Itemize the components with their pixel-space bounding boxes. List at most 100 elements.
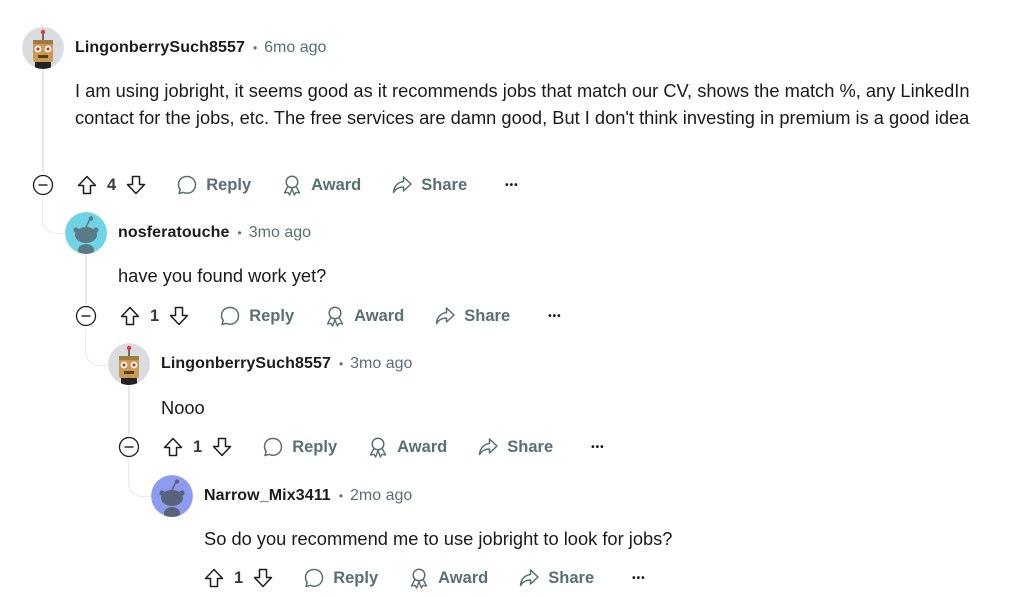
collapse-icon bbox=[118, 436, 140, 458]
award-button[interactable]: Award bbox=[408, 567, 488, 589]
award-icon bbox=[369, 437, 387, 458]
comment-actions: 1 Reply Award Share ••• bbox=[118, 432, 605, 462]
comment-actions: 1 Reply Award Share ••• bbox=[75, 301, 562, 331]
downvote-icon bbox=[169, 306, 189, 326]
reply-icon bbox=[304, 568, 324, 588]
timestamp[interactable]: 2mo ago bbox=[350, 487, 412, 505]
reply-button[interactable]: Reply bbox=[176, 174, 251, 196]
separator-dot: • bbox=[237, 226, 242, 240]
comment-actions: 4 Reply Award Share ••• bbox=[32, 170, 519, 200]
collapse-icon bbox=[32, 174, 54, 196]
author-name[interactable]: Narrow_Mix3411 bbox=[204, 487, 331, 505]
award-button[interactable]: Award bbox=[324, 305, 404, 327]
award-icon bbox=[410, 568, 428, 589]
collapse-button[interactable] bbox=[118, 436, 140, 458]
award-label: Award bbox=[311, 175, 362, 194]
more-options-button[interactable]: ••• bbox=[632, 573, 646, 584]
comment-meta: LingonberrySuch8557 • 6mo ago bbox=[75, 38, 326, 58]
upvote-icon bbox=[163, 437, 183, 457]
comment-meta: LingonberrySuch8557 • 3mo ago bbox=[161, 354, 412, 374]
award-icon bbox=[326, 306, 344, 327]
comment-actions: 1 Reply Award Share ••• bbox=[203, 563, 646, 593]
share-label: Share bbox=[421, 175, 468, 194]
thread-line bbox=[128, 461, 150, 497]
share-button[interactable]: Share bbox=[391, 174, 467, 196]
share-icon bbox=[393, 176, 413, 194]
downvote-button[interactable] bbox=[125, 174, 147, 196]
comment-meta: Narrow_Mix3411 • 2mo ago bbox=[204, 486, 412, 506]
avatar[interactable] bbox=[22, 27, 64, 69]
reply-label: Reply bbox=[249, 306, 295, 325]
timestamp[interactable]: 6mo ago bbox=[264, 39, 326, 57]
downvote-button[interactable] bbox=[252, 567, 274, 589]
thread-line bbox=[85, 330, 107, 366]
downvote-button[interactable] bbox=[211, 436, 233, 458]
vote-count: 1 bbox=[193, 437, 203, 456]
author-name[interactable]: LingonberrySuch8557 bbox=[75, 39, 245, 57]
snoo-avatar-icon bbox=[151, 475, 193, 517]
thread-line bbox=[85, 254, 87, 304]
upvote-icon bbox=[77, 175, 97, 195]
comment-meta: nosferatouche • 3mo ago bbox=[118, 223, 311, 243]
avatar[interactable] bbox=[65, 212, 107, 254]
author-name[interactable]: LingonberrySuch8557 bbox=[161, 355, 331, 373]
share-label: Share bbox=[507, 437, 554, 456]
award-label: Award bbox=[354, 306, 405, 325]
share-label: Share bbox=[464, 306, 511, 325]
separator-dot: • bbox=[252, 41, 258, 55]
timestamp[interactable]: 3mo ago bbox=[249, 224, 311, 242]
upvote-icon bbox=[204, 568, 224, 588]
reply-button[interactable]: Reply bbox=[262, 436, 337, 458]
award-button[interactable]: Award bbox=[367, 436, 447, 458]
robot-avatar-icon bbox=[108, 343, 150, 385]
comment-thread: LingonberrySuch8557 • 6mo ago I am using… bbox=[0, 0, 1024, 596]
share-button[interactable]: Share bbox=[518, 567, 594, 589]
collapse-button[interactable] bbox=[32, 174, 54, 196]
upvote-button[interactable] bbox=[162, 436, 184, 458]
share-icon bbox=[479, 438, 499, 456]
downvote-icon bbox=[253, 568, 273, 588]
vote-count: 4 bbox=[107, 175, 117, 194]
more-options-button[interactable]: ••• bbox=[591, 442, 605, 453]
separator-dot: • bbox=[338, 489, 344, 503]
share-icon bbox=[436, 307, 456, 325]
thread-line bbox=[42, 68, 44, 172]
award-button[interactable]: Award bbox=[281, 174, 361, 196]
upvote-button[interactable] bbox=[119, 305, 141, 327]
comment-body: I am using jobright, it seems good as it… bbox=[75, 80, 970, 128]
collapse-icon bbox=[75, 305, 97, 327]
award-icon bbox=[283, 175, 301, 196]
robot-avatar-icon bbox=[22, 27, 64, 69]
upvote-icon bbox=[120, 306, 140, 326]
reply-icon bbox=[177, 175, 197, 195]
avatar[interactable] bbox=[151, 475, 193, 517]
downvote-icon bbox=[212, 437, 232, 457]
timestamp[interactable]: 3mo ago bbox=[350, 355, 412, 373]
share-button[interactable]: Share bbox=[477, 436, 553, 458]
avatar[interactable] bbox=[108, 343, 150, 385]
reply-label: Reply bbox=[206, 175, 252, 194]
reply-label: Reply bbox=[292, 437, 338, 456]
reply-label: Reply bbox=[333, 568, 379, 587]
award-label: Award bbox=[438, 568, 489, 587]
thread-line bbox=[42, 198, 64, 234]
collapse-button[interactable] bbox=[75, 305, 97, 327]
reply-button[interactable]: Reply bbox=[303, 567, 378, 589]
reply-button[interactable]: Reply bbox=[219, 305, 294, 327]
separator-dot: • bbox=[338, 357, 344, 371]
upvote-button[interactable] bbox=[76, 174, 98, 196]
reply-icon bbox=[263, 437, 283, 457]
downvote-icon bbox=[126, 175, 146, 195]
vote-count: 1 bbox=[234, 568, 244, 587]
share-icon bbox=[520, 569, 540, 587]
share-label: Share bbox=[548, 568, 595, 587]
reply-icon bbox=[220, 306, 240, 326]
more-options-button[interactable]: ••• bbox=[505, 180, 519, 191]
share-button[interactable]: Share bbox=[434, 305, 510, 327]
snoo-avatar-icon bbox=[65, 212, 107, 254]
more-options-button[interactable]: ••• bbox=[548, 311, 562, 322]
author-name[interactable]: nosferatouche bbox=[118, 224, 230, 242]
downvote-button[interactable] bbox=[168, 305, 190, 327]
award-label: Award bbox=[397, 437, 448, 456]
upvote-button[interactable] bbox=[203, 567, 225, 589]
